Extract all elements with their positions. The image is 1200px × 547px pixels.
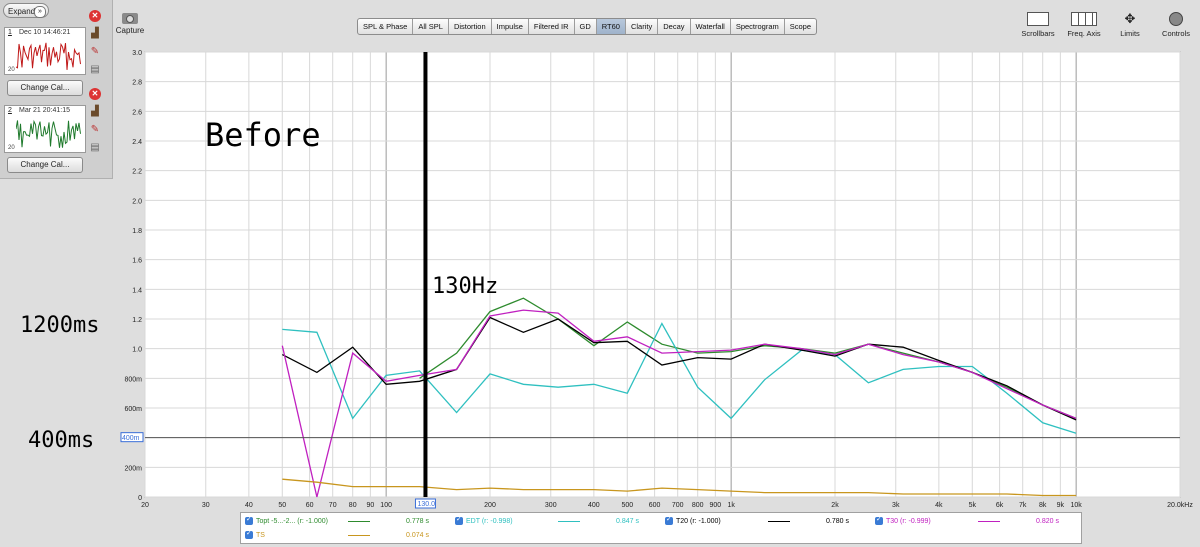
legend-item: EDT (r: -0.998) 0.847 s — [455, 514, 639, 528]
y-tick-label: 1.8 — [132, 228, 142, 235]
svg-text:130.0: 130.0 — [417, 501, 435, 508]
legend-item: Topt -5...-2... (r: -1.000) 0.778 s — [245, 514, 429, 528]
x-tick-label: 20 — [141, 502, 149, 509]
checkbox[interactable] — [875, 514, 883, 526]
legend-value: 0.778 s — [406, 518, 429, 525]
x-tick-label: 90 — [366, 502, 374, 509]
legend-value: 0.820 s — [1036, 518, 1059, 525]
level-low-annotation: 400ms — [28, 428, 94, 453]
x-tick-label: 200 — [484, 502, 496, 509]
x-tick-label: 10k — [1070, 502, 1082, 509]
x-tick-label: 8k — [1039, 502, 1047, 509]
x-tick-label: 400 — [588, 502, 600, 509]
legend-item: TS 0.074 s — [245, 528, 429, 542]
x-tick-label: 600 — [649, 502, 661, 509]
y-tick-label: 2.8 — [132, 80, 142, 87]
legend: Topt -5...-2... (r: -1.000) 0.778 s EDT (r… — [240, 512, 1082, 544]
x-tick-label: 1k — [727, 502, 735, 509]
rt60-chart[interactable]: 20 30 40 50 60 70 80 90 100 200 300 400 500 600 700 800… — [0, 0, 1200, 512]
x-tick-label: 700 — [672, 502, 684, 509]
x-tick-label: 300 — [545, 502, 557, 509]
legend-swatch — [348, 534, 370, 536]
legend-swatch — [978, 520, 1000, 522]
y-tick-label: 0 — [138, 495, 142, 502]
y-tick-label: 2.4 — [132, 139, 142, 146]
x-tick-label: 800 — [692, 502, 704, 509]
y-tick-label: 600m — [124, 406, 142, 413]
x-tick-label: 3k — [892, 502, 900, 509]
hline-readout: 400m — [120, 432, 144, 443]
y-tick-label: 3.0 — [132, 50, 142, 57]
checkbox[interactable] — [245, 528, 253, 540]
checkbox[interactable] — [455, 514, 463, 526]
x-tick-label: 6k — [996, 502, 1004, 509]
x-tick-label: 60 — [306, 502, 314, 509]
legend-swatch — [348, 520, 370, 522]
svg-text:400m: 400m — [122, 435, 140, 442]
y-tick-label: 1.6 — [132, 258, 142, 265]
y-tick-label: 1.4 — [132, 287, 142, 294]
y-tick-label: 1.2 — [132, 317, 142, 324]
x-tick-label: 7k — [1019, 502, 1027, 509]
legend-label: EDT (r: -0.998) — [466, 518, 513, 525]
legend-item: T30 (r: -0.999) 0.820 s — [875, 514, 1059, 528]
x-tick-label: 30 — [202, 502, 210, 509]
y-tick-label: 800m — [124, 376, 142, 383]
x-tick-label: 100 — [380, 502, 392, 509]
x-tick-label: 900 — [710, 502, 722, 509]
checkbox[interactable] — [245, 514, 253, 526]
legend-label: T20 (r: -1.000) — [676, 518, 721, 525]
x-tick-label: 80 — [349, 502, 357, 509]
x-tick-label: 9k — [1057, 502, 1065, 509]
x-tick-label: 5k — [969, 502, 977, 509]
level-high-annotation: 1200ms — [20, 313, 99, 338]
x-tick-label: 50 — [278, 502, 286, 509]
legend-value: 0.074 s — [406, 532, 429, 539]
x-tick-label: 40 — [245, 502, 253, 509]
checkbox[interactable] — [665, 514, 673, 526]
legend-item: T20 (r: -1.000) 0.780 s — [665, 514, 849, 528]
x-tick-label: 20.0kHz — [1167, 502, 1193, 509]
legend-swatch — [768, 520, 790, 522]
legend-label: TS — [256, 532, 265, 539]
before-annotation: Before — [205, 116, 321, 154]
x-tick-label: 500 — [621, 502, 633, 509]
x-tick-label: 2k — [831, 502, 839, 509]
legend-label: Topt -5...-2... (r: -1.000) — [256, 518, 328, 525]
y-tick-label: 2.2 — [132, 169, 142, 176]
x-tick-label: 70 — [329, 502, 337, 509]
legend-swatch — [558, 520, 580, 522]
freq-annotation: 130Hz — [432, 274, 498, 299]
legend-label: T30 (r: -0.999) — [886, 518, 931, 525]
legend-value: 0.780 s — [826, 518, 849, 525]
y-tick-label: 1.0 — [132, 347, 142, 354]
x-axis-ticks: 20 30 40 50 60 70 80 90 100 200 300 400 500 600 700 800… — [141, 502, 1193, 509]
cursor-readout: 130.0 — [414, 498, 436, 509]
y-tick-label: 2.6 — [132, 109, 142, 116]
legend-value: 0.847 s — [616, 518, 639, 525]
y-tick-label: 2.0 — [132, 198, 142, 205]
y-tick-label: 200m — [124, 465, 142, 472]
x-tick-label: 4k — [935, 502, 943, 509]
